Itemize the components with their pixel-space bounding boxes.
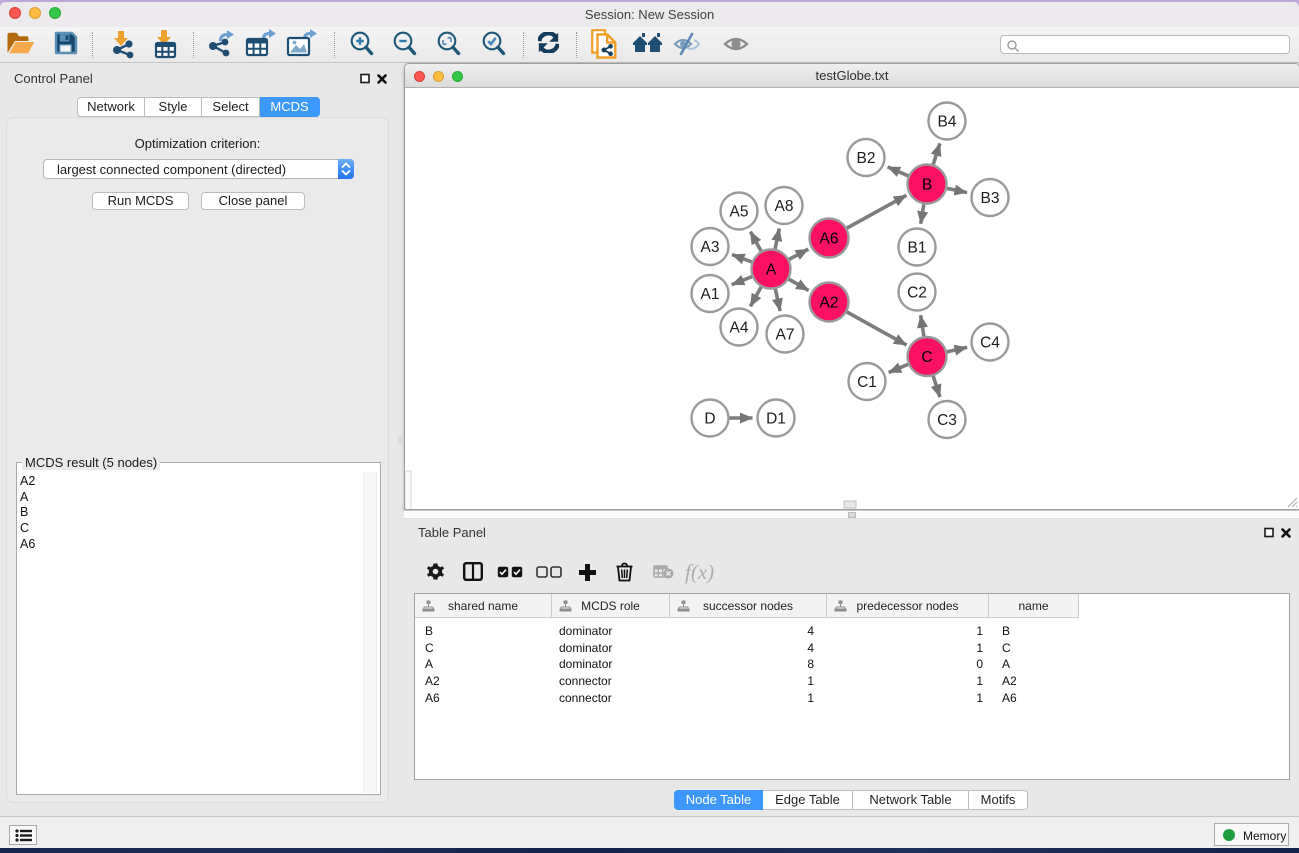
- svg-text:C1: C1: [857, 374, 877, 391]
- svg-text:A3: A3: [701, 239, 720, 256]
- svg-text:A8: A8: [775, 198, 794, 215]
- svg-text:A4: A4: [730, 320, 749, 337]
- svg-text:C4: C4: [980, 335, 1000, 352]
- svg-text:A6: A6: [820, 231, 839, 248]
- svg-text:D: D: [704, 411, 715, 428]
- svg-text:B2: B2: [857, 150, 876, 167]
- svg-text:B3: B3: [981, 190, 1000, 207]
- svg-text:D1: D1: [766, 411, 786, 428]
- svg-text:B1: B1: [908, 240, 927, 257]
- svg-text:C: C: [921, 349, 932, 366]
- svg-text:A5: A5: [730, 204, 749, 221]
- svg-text:A7: A7: [776, 327, 795, 344]
- svg-text:C3: C3: [937, 412, 957, 429]
- svg-text:A: A: [766, 262, 777, 279]
- svg-text:A1: A1: [701, 286, 720, 303]
- svg-text:B4: B4: [938, 114, 957, 131]
- svg-text:A2: A2: [820, 295, 839, 312]
- svg-text:B: B: [922, 177, 932, 194]
- svg-text:C2: C2: [907, 285, 927, 302]
